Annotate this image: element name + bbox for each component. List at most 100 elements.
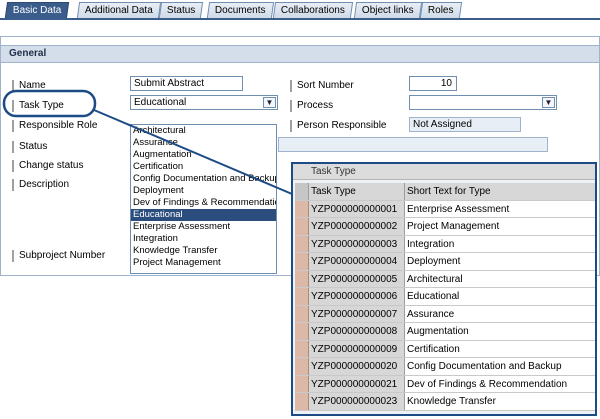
table-row[interactable]: YZP000000000005 Architectural [295, 270, 595, 288]
sort-number-label: Sort Number [290, 80, 354, 92]
task-type-text: Assurance [405, 305, 595, 322]
select-all-cell[interactable] [295, 183, 309, 200]
tab-basic-data[interactable]: Basic Data [4, 2, 70, 18]
col-header-task-type[interactable]: Task Type [309, 183, 405, 200]
task-type-text: Enterprise Assessment [405, 200, 595, 217]
task-type-text: Educational [405, 288, 595, 305]
tab-label: Documents [214, 5, 266, 16]
dropdown-option[interactable]: Integration [131, 233, 276, 245]
task-type-text: Config Documentation and Backup [405, 358, 595, 375]
dropdown-option[interactable]: Dev of Findings & Recommendation [131, 197, 276, 209]
row-selector[interactable] [295, 218, 309, 235]
task-type-text: Project Management [405, 218, 595, 235]
group-header-general: General [1, 45, 599, 63]
dropdown-option[interactable]: Certification [131, 161, 276, 173]
task-type-text: Deployment [405, 253, 595, 270]
table-row[interactable]: YZP000000000004 Deployment [295, 253, 595, 271]
tab-label: Object links [361, 5, 414, 16]
task-type-text: Knowledge Transfer [405, 393, 595, 410]
row-selector[interactable] [295, 305, 309, 322]
task-type-code: YZP000000000020 [309, 358, 405, 375]
dropdown-option[interactable]: Enterprise Assessment [131, 221, 276, 233]
dropdown-option[interactable]: Architectural [131, 125, 276, 137]
process-select[interactable]: ▼ [409, 95, 557, 110]
tab-strip: Basic Data Additional Data Status Docume… [0, 0, 600, 20]
task-type-code: YZP000000000003 [309, 235, 405, 252]
table-row[interactable]: YZP000000000021 Dev of Findings & Recomme… [295, 375, 595, 393]
person-responsible-label: Person Responsible [290, 120, 387, 132]
task-type-code: YZP000000000002 [309, 218, 405, 235]
dropdown-option-selected[interactable]: Educational [131, 209, 276, 221]
table-row[interactable]: YZP000000000008 Augmentation [295, 323, 595, 341]
task-type-text: Dev of Findings & Recommendation [405, 375, 595, 392]
chevron-down-icon[interactable]: ▼ [542, 97, 555, 108]
task-type-code: YZP000000000005 [309, 270, 405, 287]
row-selector[interactable] [295, 340, 309, 357]
task-type-text: Augmentation [405, 323, 595, 340]
tab-documents[interactable]: Documents [206, 2, 274, 18]
row-selector[interactable] [295, 358, 309, 375]
task-type-text: Integration [405, 235, 595, 252]
name-label: Name [12, 80, 46, 92]
tab-additional-data[interactable]: Additional Data [76, 2, 161, 18]
subproject-number-label: Subproject Number [12, 250, 105, 262]
dropdown-option[interactable]: Knowledge Transfer [131, 245, 276, 257]
table-row[interactable]: YZP000000000006 Educational [295, 288, 595, 306]
task-type-code: YZP000000000021 [309, 375, 405, 392]
row-selector[interactable] [295, 375, 309, 392]
tab-underline [0, 18, 600, 20]
dropdown-option[interactable]: Augmentation [131, 149, 276, 161]
row-selector[interactable] [295, 270, 309, 287]
row-selector[interactable] [295, 235, 309, 252]
task-type-value: Educational [134, 97, 187, 108]
col-header-short-text[interactable]: Short Text for Type [405, 183, 595, 200]
dropdown-option[interactable]: Project Management [131, 257, 276, 269]
task-type-code: YZP000000000023 [309, 393, 405, 410]
table-header-row: Task Type Short Text for Type [295, 183, 595, 201]
dropdown-option[interactable]: Config Documentation and Backup [131, 173, 276, 185]
sort-number-field[interactable]: 10 [409, 76, 457, 91]
table-row[interactable]: YZP000000000007 Assurance [295, 305, 595, 323]
row-selector[interactable] [295, 253, 309, 270]
tab-object-links[interactable]: Object links [353, 2, 422, 18]
table-row[interactable]: YZP000000000009 Certification [295, 340, 595, 358]
tab-status[interactable]: Status [158, 2, 204, 18]
row-selector[interactable] [295, 200, 309, 217]
row-selector[interactable] [295, 288, 309, 305]
task-type-code: YZP000000000004 [309, 253, 405, 270]
task-type-dropdown-list[interactable]: Architectural Assurance Augmentation Cer… [130, 124, 277, 274]
task-type-text: Certification [405, 340, 595, 357]
task-type-value-help-popup: Task Type Task Type Short Text for Type … [291, 162, 597, 416]
table-row[interactable]: YZP000000000003 Integration [295, 235, 595, 253]
name-field[interactable]: Submit Abstract [130, 76, 243, 91]
task-type-text: Architectural [405, 270, 595, 287]
task-type-select[interactable]: Educational ▼ [130, 95, 278, 110]
table-row[interactable]: YZP000000000001 Enterprise Assessment [295, 200, 595, 218]
task-type-code: YZP000000000006 [309, 288, 405, 305]
status-field [278, 137, 548, 152]
tab-label: Basic Data [12, 5, 62, 16]
tab-roles[interactable]: Roles [419, 2, 462, 18]
table-row[interactable]: YZP000000000020 Config Documentation and … [295, 358, 595, 376]
task-type-label: Task Type [12, 100, 64, 112]
chevron-down-icon[interactable]: ▼ [263, 97, 276, 108]
tab-label: Status [166, 5, 196, 16]
status-label: Status [12, 141, 47, 153]
row-selector[interactable] [295, 323, 309, 340]
responsible-role-label: Responsible Role [12, 120, 97, 132]
dropdown-option[interactable]: Assurance [131, 137, 276, 149]
task-type-code: YZP000000000007 [309, 305, 405, 322]
table-row[interactable]: YZP000000000023 Knowledge Transfer [295, 393, 595, 411]
tab-label: Additional Data [84, 5, 153, 16]
person-responsible-field: Not Assigned [409, 117, 521, 132]
row-selector[interactable] [295, 393, 309, 410]
task-type-code: YZP000000000009 [309, 340, 405, 357]
change-status-label: Change status [12, 160, 84, 172]
tab-label: Roles [427, 5, 454, 16]
description-label: Description [12, 179, 69, 191]
value-help-table: Task Type Short Text for Type YZP0000000… [295, 183, 595, 411]
table-row[interactable]: YZP000000000002 Project Management [295, 218, 595, 236]
tab-collaborations[interactable]: Collaborations [272, 2, 354, 18]
dropdown-option[interactable]: Deployment [131, 185, 276, 197]
process-label: Process [290, 100, 333, 112]
